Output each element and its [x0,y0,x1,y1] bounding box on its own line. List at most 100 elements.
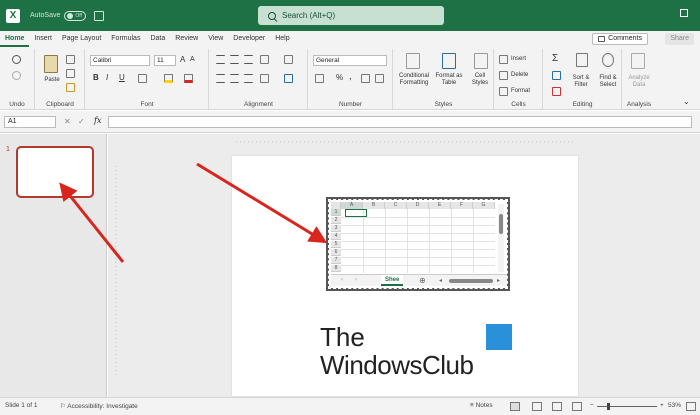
cell-styles-icon[interactable] [474,53,488,69]
zoom-level[interactable]: 53% [668,402,681,409]
fill-color-icon[interactable] [164,74,173,83]
tab-help[interactable]: Help [270,31,294,47]
autosave[interactable]: AutoSave Off [30,10,87,21]
align-bottom-icon[interactable] [244,55,253,64]
column-header[interactable]: E [429,202,451,209]
format-painter-icon[interactable] [66,83,75,92]
delete-button[interactable]: Delete [511,72,528,78]
name-box[interactable]: A1 [4,116,56,128]
indent-icon[interactable] [260,74,269,83]
percent-button[interactable]: % [336,73,343,82]
accessibility-status[interactable]: ⚐ Accessibility: Investigate [60,402,138,410]
clear-icon[interactable] [552,87,561,96]
tab-developer[interactable]: Developer [228,31,270,47]
analyze-data-button[interactable]: Analyze Data [623,75,655,89]
align-center-icon[interactable] [230,74,239,83]
row-header[interactable]: 5 [331,241,341,248]
sort-filter-button[interactable]: Sort & Filter [568,75,594,89]
embedded-worksheet[interactable]: A B C D E F G 1 2 3 4 5 6 7 8 ‹ › Shee ⊕… [326,197,510,291]
slide-sorter-icon[interactable] [532,402,542,411]
zoom-out-icon[interactable]: − [590,402,594,409]
formula-input[interactable] [108,116,692,128]
slideshow-icon[interactable] [572,402,582,411]
tab-formulas[interactable]: Formulas [106,31,145,47]
normal-view-icon[interactable] [510,402,520,411]
tab-page-layout[interactable]: Page Layout [57,31,106,47]
zoom-in-icon[interactable]: + [660,402,664,409]
zoom-slider-thumb[interactable] [607,403,610,410]
fit-to-window-icon[interactable] [686,402,696,411]
comments-button[interactable]: Comments [592,33,648,45]
number-format-select[interactable]: General [313,55,387,66]
font-color-icon[interactable] [184,74,193,83]
horizontal-scroll-thumb[interactable] [449,279,493,283]
decrease-font-icon[interactable]: A [190,56,195,63]
slide-thumbnail[interactable] [16,146,94,198]
tab-data[interactable]: Data [145,31,170,47]
find-select-icon[interactable] [602,53,614,67]
row-header[interactable]: 7 [331,257,341,264]
column-header[interactable]: D [407,202,429,209]
prev-sheet-icon[interactable]: ‹ [341,277,343,283]
delete-icon[interactable] [499,71,508,80]
column-header[interactable]: C [385,202,407,209]
cancel-icon[interactable]: ✕ [64,117,71,126]
align-right-icon[interactable] [244,74,253,83]
tab-view[interactable]: View [203,31,228,47]
scroll-right-icon[interactable]: ▸ [497,277,500,284]
save-icon[interactable] [94,10,105,21]
scroll-left-icon[interactable]: ◂ [439,277,442,284]
column-header[interactable]: A [341,202,363,209]
add-sheet-icon[interactable]: ⊕ [419,276,426,285]
column-header[interactable]: B [363,202,385,209]
bold-button[interactable]: B [93,73,99,82]
row-header[interactable]: 8 [331,265,341,272]
sheet-tab[interactable]: Shee [381,275,404,286]
insert-icon[interactable] [499,55,508,64]
autosum-icon[interactable]: Σ [552,53,558,64]
scroll-thumb[interactable] [499,214,503,234]
wrap-text-icon[interactable] [284,55,293,64]
conditional-formatting-icon[interactable] [406,53,420,69]
row-header[interactable]: 6 [331,249,341,256]
collapse-ribbon-icon[interactable]: ⌄ [683,97,690,106]
search-box[interactable]: Search (Alt+Q) [258,6,444,25]
underline-button[interactable]: U [119,73,125,82]
enter-icon[interactable]: ✓ [78,117,85,126]
row-header[interactable]: 1 [331,209,341,216]
decrease-decimal-icon[interactable] [375,74,384,83]
row-header[interactable]: 2 [331,217,341,224]
tab-review[interactable]: Review [170,31,203,47]
currency-icon[interactable] [315,74,324,83]
italic-button[interactable]: I [106,73,108,82]
find-select-button[interactable]: Find & Select [594,75,622,89]
notes-button[interactable]: ≡ Notes [470,402,493,409]
paste-icon[interactable] [44,55,58,73]
undo-icon[interactable] [12,55,21,64]
redo-icon[interactable] [12,71,21,80]
selected-cell[interactable] [345,209,367,217]
fill-icon[interactable] [552,71,561,80]
align-top-icon[interactable] [216,55,225,64]
conditional-formatting-button[interactable]: Conditional Formatting [394,73,434,87]
maximize-icon[interactable] [680,9,688,17]
format-as-table-icon[interactable] [442,53,456,69]
share-button[interactable]: Share [665,33,694,45]
cell-styles-button[interactable]: Cell Styles [466,73,494,87]
sort-filter-icon[interactable] [576,53,588,67]
merge-center-icon[interactable] [284,74,293,83]
column-header[interactable]: G [473,202,495,209]
align-middle-icon[interactable] [230,55,239,64]
analyze-data-icon[interactable] [631,53,645,69]
next-sheet-icon[interactable]: › [355,277,357,283]
row-header[interactable]: 4 [331,233,341,240]
comma-button[interactable]: , [349,71,352,82]
autosave-toggle[interactable]: Off [64,10,87,21]
cut-icon[interactable] [66,55,75,64]
paste-label[interactable]: Paste [38,77,66,84]
vertical-scrollbar[interactable] [498,204,504,272]
format-as-table-button[interactable]: Format as Table [434,73,464,87]
font-name-select[interactable]: Calibri [90,55,150,66]
column-header[interactable]: F [451,202,473,209]
orientation-icon[interactable] [260,55,269,64]
